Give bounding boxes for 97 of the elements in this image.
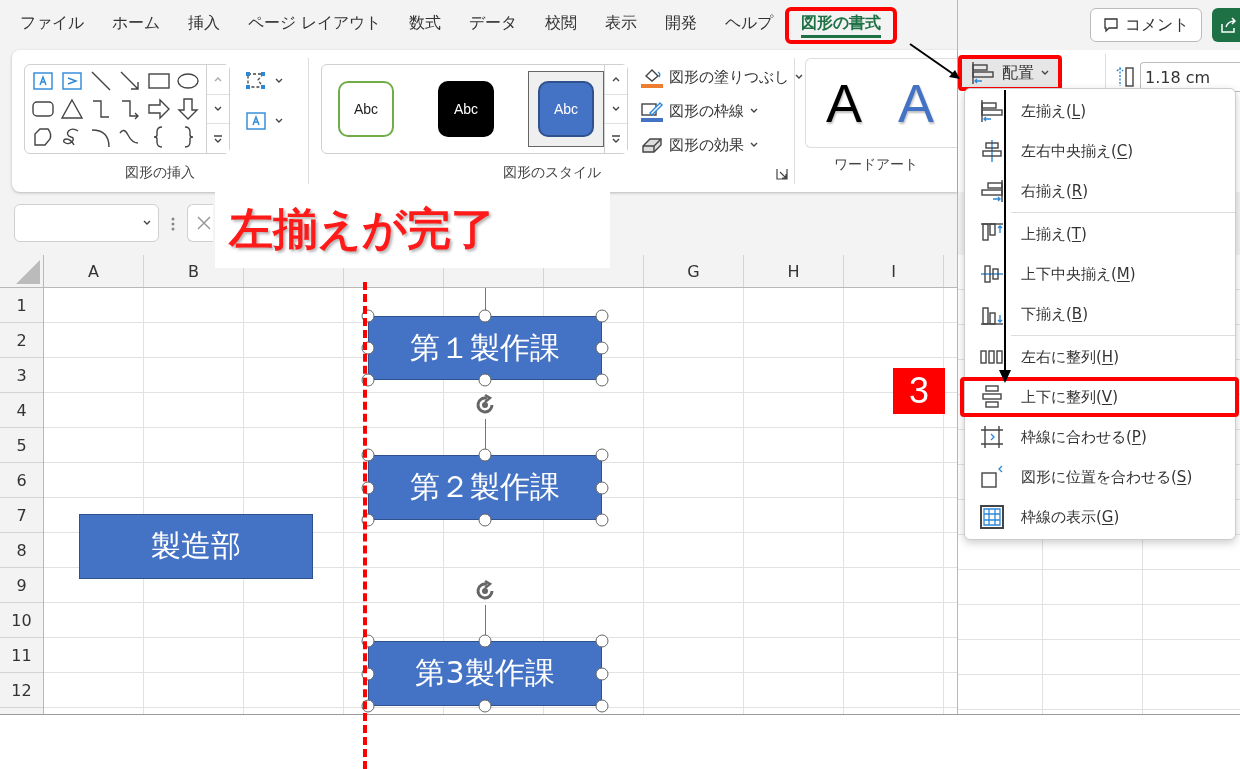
ribbon-command[interactable]: 図形の枠線	[640, 100, 804, 122]
menu-item[interactable]: 左揃え(L)	[965, 91, 1235, 131]
more-options-icon	[171, 216, 175, 232]
ribbon-tab[interactable]: 数式	[395, 8, 456, 42]
row-number[interactable]: 8	[16, 540, 27, 560]
expand-icon	[611, 133, 621, 144]
ribbon-tab[interactable]: 表示	[591, 8, 652, 42]
snap-to-shape-icon	[979, 464, 1005, 490]
formula-field[interactable]	[187, 204, 213, 242]
column-header[interactable]: I	[891, 261, 896, 281]
ribbon-tab[interactable]: ヘルプ	[711, 8, 788, 42]
callout-label: 左揃えが完了	[215, 190, 610, 268]
down-arrow-icon[interactable]	[176, 97, 200, 121]
menu-item[interactable]: 枠線に合わせる(P)	[965, 417, 1235, 457]
align-left-icon	[979, 98, 1005, 124]
row-number[interactable]: 5	[16, 435, 27, 455]
pencil-outline-icon	[640, 100, 664, 122]
text-box-icon[interactable]	[31, 69, 55, 93]
style-preview: Abc	[338, 81, 394, 137]
menu-item[interactable]: 左右に整列(H)	[965, 337, 1235, 377]
resize-handle[interactable]	[595, 373, 609, 387]
align-right-icon	[979, 178, 1005, 204]
menu-item[interactable]: 上下に整列(V)	[960, 377, 1239, 417]
snap-to-grid-icon	[979, 424, 1005, 450]
launcher-icon	[776, 168, 788, 180]
share-button[interactable]	[1212, 8, 1240, 42]
resize-handle[interactable]	[595, 448, 609, 462]
org-chart-box[interactable]: 製造部	[79, 514, 313, 579]
triangle-icon[interactable]	[60, 97, 84, 121]
align-left-icon	[970, 60, 996, 86]
shape-height-icon	[1116, 65, 1136, 89]
row-number[interactable]: 3	[16, 365, 27, 385]
text-box-icon	[244, 110, 268, 132]
dialog-launcher-button[interactable]	[776, 168, 788, 180]
ribbon-tab[interactable]: 校閲	[531, 8, 592, 42]
ribbon-tab[interactable]: 挿入	[174, 8, 234, 42]
resize-handle[interactable]	[595, 634, 609, 648]
row-number[interactable]: 1	[16, 295, 27, 315]
ribbon-tab[interactable]: ファイル	[6, 8, 98, 42]
style-option[interactable]: Abc	[528, 71, 604, 147]
menu-item[interactable]: 下揃え(B)	[965, 294, 1235, 334]
ribbon-tab[interactable]: ページ レイアウト	[234, 8, 396, 42]
ribbon-command[interactable]: 図形の塗りつぶし	[640, 66, 804, 88]
menu-item[interactable]: 枠線の表示(G)	[965, 497, 1235, 537]
align-center-icon	[979, 138, 1005, 164]
comment-button[interactable]: コメント	[1090, 8, 1202, 42]
ribbon-tab[interactable]: ホーム	[98, 8, 174, 42]
ribbon-command[interactable]: 図形の効果	[640, 134, 804, 156]
resize-handle[interactable]	[595, 513, 609, 527]
column-header[interactable]: G	[687, 261, 700, 281]
row-number[interactable]: 7	[16, 505, 27, 525]
org-chart-box[interactable]: 第２製作課	[368, 455, 602, 520]
share-icon	[1220, 16, 1238, 34]
resize-handle[interactable]	[478, 634, 492, 648]
resize-handle[interactable]	[595, 309, 609, 323]
wordart-sample[interactable]: A	[898, 72, 935, 134]
step-badge: 3	[893, 368, 945, 414]
row-number[interactable]: 9	[16, 575, 27, 595]
column-header[interactable]: B	[188, 261, 199, 281]
row-number[interactable]: 4	[16, 400, 27, 420]
arrow-line-icon[interactable]	[118, 69, 142, 93]
right-arrow-icon[interactable]	[147, 97, 171, 121]
menu-item[interactable]: 上下中央揃え(M)	[965, 254, 1235, 294]
distribute-vertical-icon	[979, 384, 1005, 410]
expand-icon	[213, 133, 223, 144]
row-number[interactable]: 6	[16, 470, 27, 490]
ribbon-tab[interactable]: 開発	[651, 8, 712, 42]
menu-item[interactable]: 右揃え(R)	[965, 171, 1235, 211]
wordart-sample[interactable]: A	[826, 72, 863, 134]
ribbon-tab[interactable]: 図形の書式	[787, 8, 896, 42]
group-label: 図形の挿入	[125, 164, 195, 182]
org-chart-box[interactable]: 第１製作課	[368, 316, 602, 380]
resize-handle[interactable]	[595, 699, 609, 713]
gridlines-icon	[979, 504, 1005, 530]
group-label: ワードアート	[834, 156, 918, 174]
org-chart-box[interactable]: 第3製作課	[368, 641, 602, 706]
resize-handle[interactable]	[478, 448, 492, 462]
style-preview: Abc	[438, 81, 494, 137]
group-label: 図形のスタイル	[502, 164, 601, 182]
ribbon-tab[interactable]: データ	[455, 8, 532, 42]
menu-item[interactable]: 上揃え(T)	[965, 214, 1235, 254]
row-number[interactable]: 2	[16, 330, 27, 350]
row-number[interactable]: 10	[11, 610, 32, 630]
style-option[interactable]: Abc	[328, 71, 404, 147]
row-number[interactable]: 11	[11, 645, 32, 665]
style-option[interactable]: Abc	[428, 71, 504, 147]
menu-item[interactable]: 図形に位置を合わせる(S)	[965, 457, 1235, 497]
cancel-icon	[196, 215, 212, 231]
menu-item[interactable]: 左右中央揃え(C)	[965, 131, 1235, 171]
style-preview: Abc	[538, 81, 594, 137]
resize-handle[interactable]	[478, 309, 492, 323]
edit-points-icon	[244, 70, 268, 92]
line-icon[interactable]	[89, 69, 113, 93]
row-number[interactable]: 12	[11, 680, 32, 700]
column-header[interactable]: H	[787, 261, 800, 281]
comment-icon	[1103, 17, 1119, 33]
column-header[interactable]: A	[88, 261, 99, 281]
